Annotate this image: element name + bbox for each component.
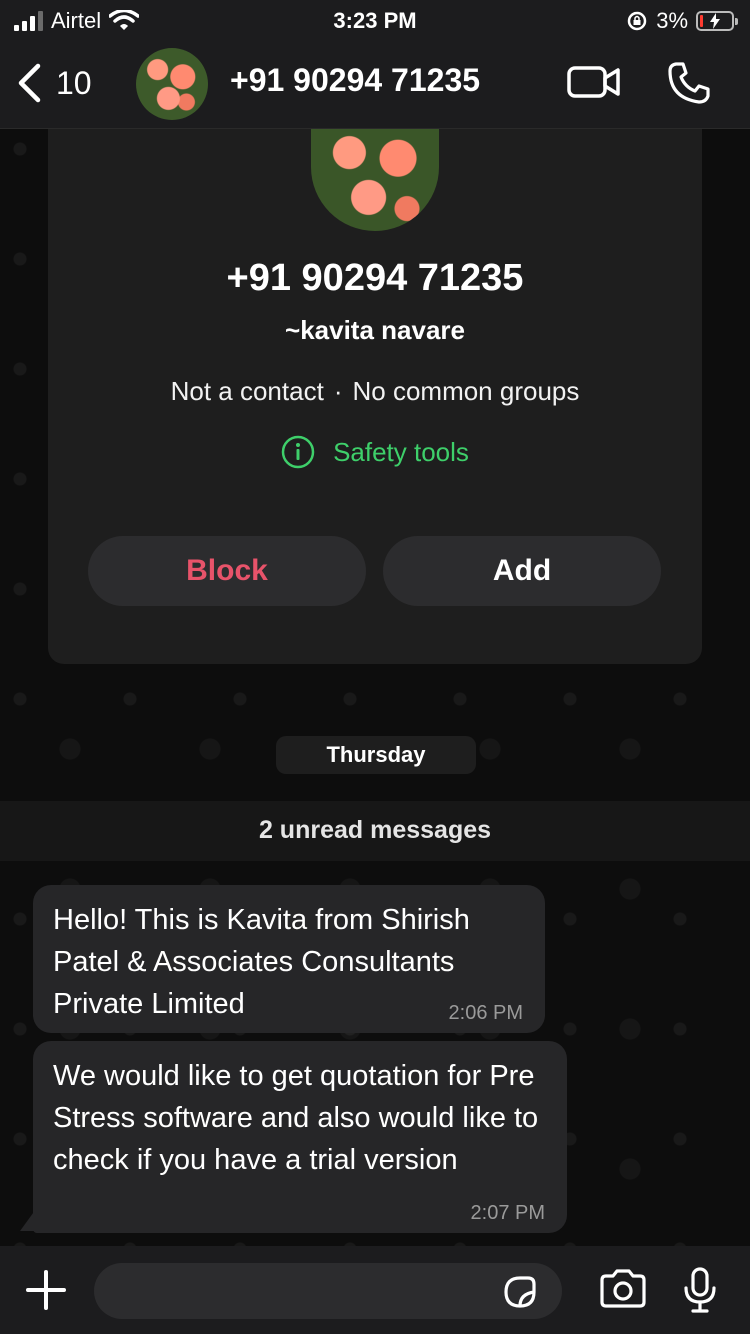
status-bar: Airtel 3:23 PM 3%: [0, 0, 750, 42]
phone-icon: [668, 62, 710, 104]
contact-info-card: +91 90294 71235 ~kavita navare Not a con…: [48, 129, 702, 664]
message-bubble[interactable]: Hello! This is Kavita from Shirish Patel…: [33, 885, 545, 1033]
orientation-lock-icon: [627, 11, 647, 31]
chat-area[interactable]: +91 90294 71235 ~kavita navare Not a con…: [0, 129, 750, 1246]
contact-avatar[interactable]: [311, 129, 439, 231]
not-contact-label: Not a contact: [170, 376, 324, 406]
microphone-icon: [684, 1267, 716, 1313]
battery-icon: [696, 11, 738, 31]
camera-button[interactable]: [598, 1268, 648, 1315]
message-text: We would like to get quotation for Pre S…: [53, 1060, 539, 1176]
page-title[interactable]: +91 90294 71235: [230, 62, 480, 99]
composer-bar: [0, 1246, 750, 1334]
avatar[interactable]: [136, 48, 208, 120]
message-input[interactable]: [94, 1263, 562, 1319]
camera-icon: [600, 1269, 646, 1308]
block-button[interactable]: Block: [88, 536, 366, 606]
separator-dot: ·: [333, 376, 343, 406]
info-icon: [281, 435, 315, 469]
message-time: 2:06 PM: [448, 1002, 523, 1024]
message-text: Hello! This is Kavita from Shirish Patel…: [53, 904, 470, 1020]
attach-button[interactable]: [24, 1268, 68, 1317]
safety-tools-label: Safety tools: [333, 436, 469, 467]
plus-icon: [26, 1270, 66, 1310]
safety-tools-link[interactable]: Safety tools: [48, 435, 702, 469]
video-camera-icon: [567, 66, 620, 98]
date-separator: Thursday: [276, 736, 476, 774]
unread-messages-banner: 2 unread messages: [0, 801, 750, 861]
contact-name: ~kavita navare: [285, 315, 465, 345]
message-bubble[interactable]: We would like to get quotation for Pre S…: [33, 1041, 567, 1233]
message-time: 2:07 PM: [470, 1202, 545, 1224]
chat-header: 10 +91 90294 71235: [0, 42, 750, 129]
contact-meta: Not a contact · No common groups: [48, 376, 702, 407]
chevron-left-icon: [18, 63, 41, 103]
status-right: 3%: [626, 8, 738, 34]
microphone-button[interactable]: [682, 1266, 718, 1319]
sticker-button[interactable]: [500, 1272, 540, 1317]
battery-percent: 3%: [656, 8, 688, 33]
back-button[interactable]: 10: [16, 62, 92, 104]
contact-phone: +91 90294 71235: [226, 257, 524, 299]
add-contact-button[interactable]: Add: [383, 536, 661, 606]
unread-chats-count: 10: [56, 64, 92, 101]
common-groups-label: No common groups: [352, 376, 580, 406]
voice-call-button[interactable]: [666, 60, 712, 111]
video-call-button[interactable]: [566, 62, 622, 107]
sticker-icon: [504, 1276, 536, 1308]
